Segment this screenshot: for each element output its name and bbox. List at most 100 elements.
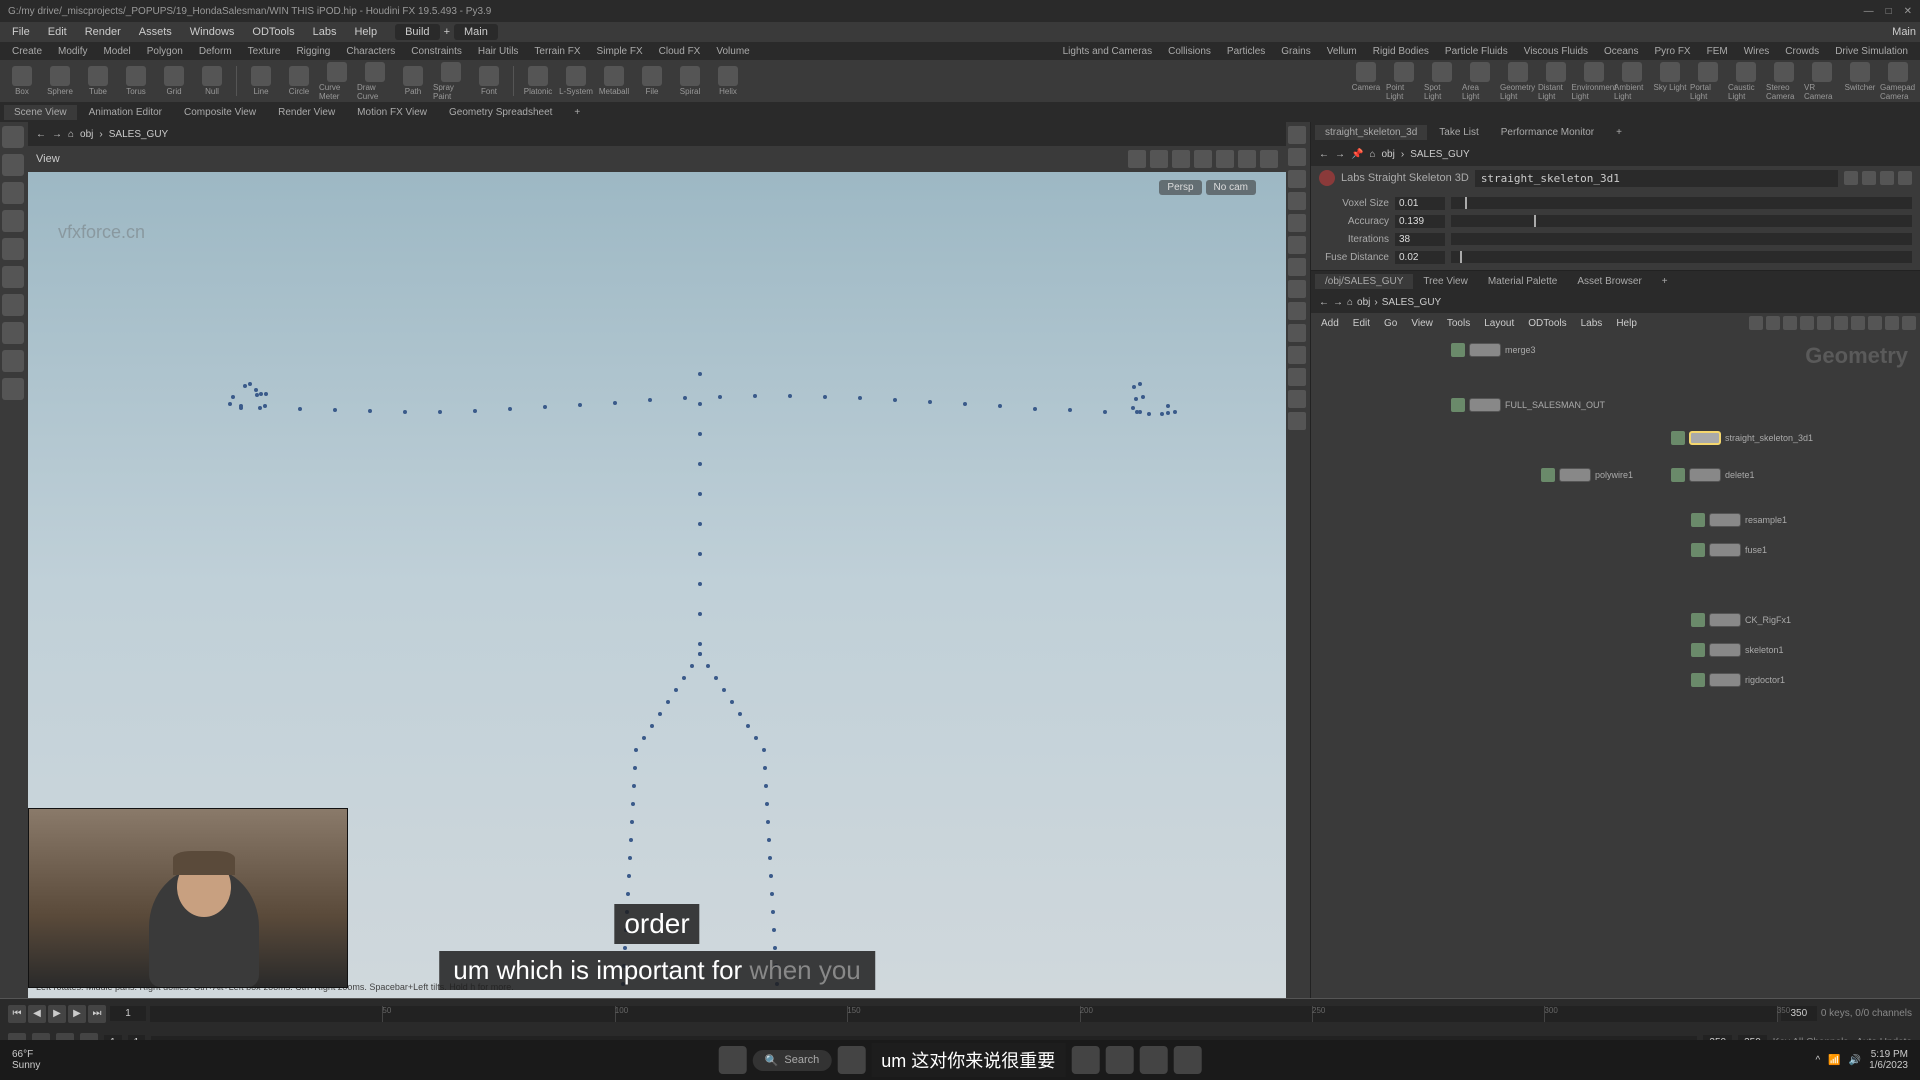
shelf-tool[interactable]: Torus [118,66,154,96]
pane-tab-geospread[interactable]: Geometry Spreadsheet [439,105,562,120]
nm-edit[interactable]: Edit [1347,316,1376,331]
shelf-tool[interactable]: Gamepad Camera [1880,62,1916,101]
shelf-tool[interactable]: Spiral [672,66,708,96]
taskview-icon[interactable] [837,1046,865,1074]
pane-tab-mfxview[interactable]: Motion FX View [347,105,437,120]
network-view[interactable]: Geometry merge3FULL_SALESMAN_OUTstraight… [1311,333,1920,998]
shelf-tab[interactable]: Viscous Fluids [1516,44,1596,59]
display-option-icon[interactable] [1288,346,1306,364]
forward-icon[interactable]: → [1333,297,1343,308]
vp-tool-icon[interactable] [1194,150,1212,168]
app-icon[interactable] [1105,1046,1133,1074]
network-node[interactable]: straight_skeleton_3d1 [1671,431,1813,445]
info-icon[interactable] [1898,171,1912,185]
desktop-main[interactable]: Main [454,24,498,40]
display-option-icon[interactable] [1288,324,1306,342]
pose-tool-icon[interactable] [2,238,24,260]
vp-tool-icon[interactable] [1150,150,1168,168]
shelf-tab[interactable]: Oceans [1596,44,1646,59]
back-icon[interactable]: ← [1319,297,1329,308]
display-option-icon[interactable] [1288,258,1306,276]
vp-tool-icon[interactable] [1128,150,1146,168]
nm-go[interactable]: Go [1378,316,1403,331]
network-node[interactable]: skeleton1 [1691,643,1784,657]
network-toolbar-icon[interactable] [1766,316,1780,330]
shelf-tool[interactable]: VR Camera [1804,62,1840,101]
shelf-tab[interactable]: Particle Fluids [1437,44,1516,59]
add-tab-icon[interactable]: + [1652,274,1678,289]
start-frame-field[interactable]: 1 [110,1006,146,1021]
network-node[interactable]: fuse1 [1691,543,1767,557]
network-toolbar-icon[interactable] [1749,316,1763,330]
tray-chevron-icon[interactable]: ^ [1815,1055,1820,1066]
pane-tab-compview[interactable]: Composite View [174,105,266,120]
network-tab[interactable]: Material Palette [1478,274,1567,289]
shelf-tab[interactable]: Terrain FX [526,44,588,59]
move-tool-icon[interactable] [2,154,24,176]
display-option-icon[interactable] [1288,302,1306,320]
shelf-tab[interactable]: FEM [1699,44,1736,59]
rp-tab[interactable]: straight_skeleton_3d [1315,125,1427,140]
app-icon[interactable] [1173,1046,1201,1074]
shelf-tab[interactable]: Crowds [1777,44,1827,59]
menu-edit[interactable]: Edit [40,24,75,40]
vp-tool-icon[interactable] [1260,150,1278,168]
shelf-tool[interactable]: Ambient Light [1614,62,1650,101]
menu-odtools[interactable]: ODTools [244,24,302,40]
network-node[interactable]: polywire1 [1541,468,1633,482]
shelf-tab[interactable]: Create [4,44,50,59]
nm-add[interactable]: Add [1315,316,1345,331]
shelf-tool[interactable]: Caustic Light [1728,62,1764,101]
menu-file[interactable]: File [4,24,38,40]
shelf-tab[interactable]: Drive Simulation [1827,44,1916,59]
shelf-tool[interactable]: Switcher [1842,62,1878,101]
param-value[interactable]: 0.02 [1395,251,1445,264]
close-icon[interactable]: ✕ [1904,6,1912,17]
shelf-tab[interactable]: Simple FX [589,44,651,59]
shelf-tab[interactable]: Texture [240,44,289,59]
display-option-icon[interactable] [1288,170,1306,188]
shelf-tab[interactable]: Deform [191,44,240,59]
nm-odtools[interactable]: ODTools [1522,316,1572,331]
shelf-tool[interactable]: Sky Light [1652,62,1688,101]
shelf-tool[interactable]: Sphere [42,66,78,96]
shelf-tab[interactable]: Volume [708,44,757,59]
node-name-field[interactable]: straight_skeleton_3d1 [1475,170,1838,187]
shelf-tool[interactable]: Box [4,66,40,96]
shelf-tool[interactable]: Tube [80,66,116,96]
timeline-track[interactable]: 50100150200250300350 [150,1006,1777,1022]
display-option-icon[interactable] [1288,236,1306,254]
shelf-tab[interactable]: Polygon [139,44,191,59]
pin-icon[interactable]: 📌 [1351,149,1363,160]
network-toolbar-icon[interactable] [1851,316,1865,330]
breadcrumb[interactable]: SALES_GUY [109,129,168,140]
vp-tool-icon[interactable] [1216,150,1234,168]
shelf-tab[interactable]: Constraints [403,44,470,59]
shelf-tab[interactable]: Rigid Bodies [1365,44,1437,59]
network-tab[interactable]: /obj/SALES_GUY [1315,274,1413,289]
param-slider[interactable] [1451,197,1912,209]
clock-date[interactable]: 1/6/2023 [1869,1060,1908,1071]
param-slider[interactable] [1451,215,1912,227]
menu-help[interactable]: Help [346,24,385,40]
menu-render[interactable]: Render [77,24,129,40]
shelf-tool[interactable]: Line [243,66,279,96]
right-main-label[interactable]: Main [1892,26,1916,38]
app-icon[interactable] [1139,1046,1167,1074]
pane-tab-animeditor[interactable]: Animation Editor [79,105,172,120]
taskbar-weather[interactable]: 66°F Sunny [12,1049,40,1071]
shelf-tool[interactable]: Area Light [1462,62,1498,101]
network-node[interactable]: rigdoctor1 [1691,673,1785,687]
view-tool-icon[interactable] [2,350,24,372]
gear-icon[interactable] [1844,171,1858,185]
next-frame-button[interactable]: ▶ [68,1005,86,1023]
shelf-tab[interactable]: Cloud FX [651,44,709,59]
maximize-icon[interactable]: □ [1886,6,1892,17]
network-toolbar-icon[interactable] [1868,316,1882,330]
network-node[interactable]: FULL_SALESMAN_OUT [1451,398,1605,412]
network-node[interactable]: CK_RigFx1 [1691,613,1791,627]
menu-windows[interactable]: Windows [182,24,243,40]
param-slider[interactable] [1451,251,1912,263]
persp-badge[interactable]: Persp [1159,180,1201,195]
shelf-tab[interactable]: Collisions [1160,44,1219,59]
